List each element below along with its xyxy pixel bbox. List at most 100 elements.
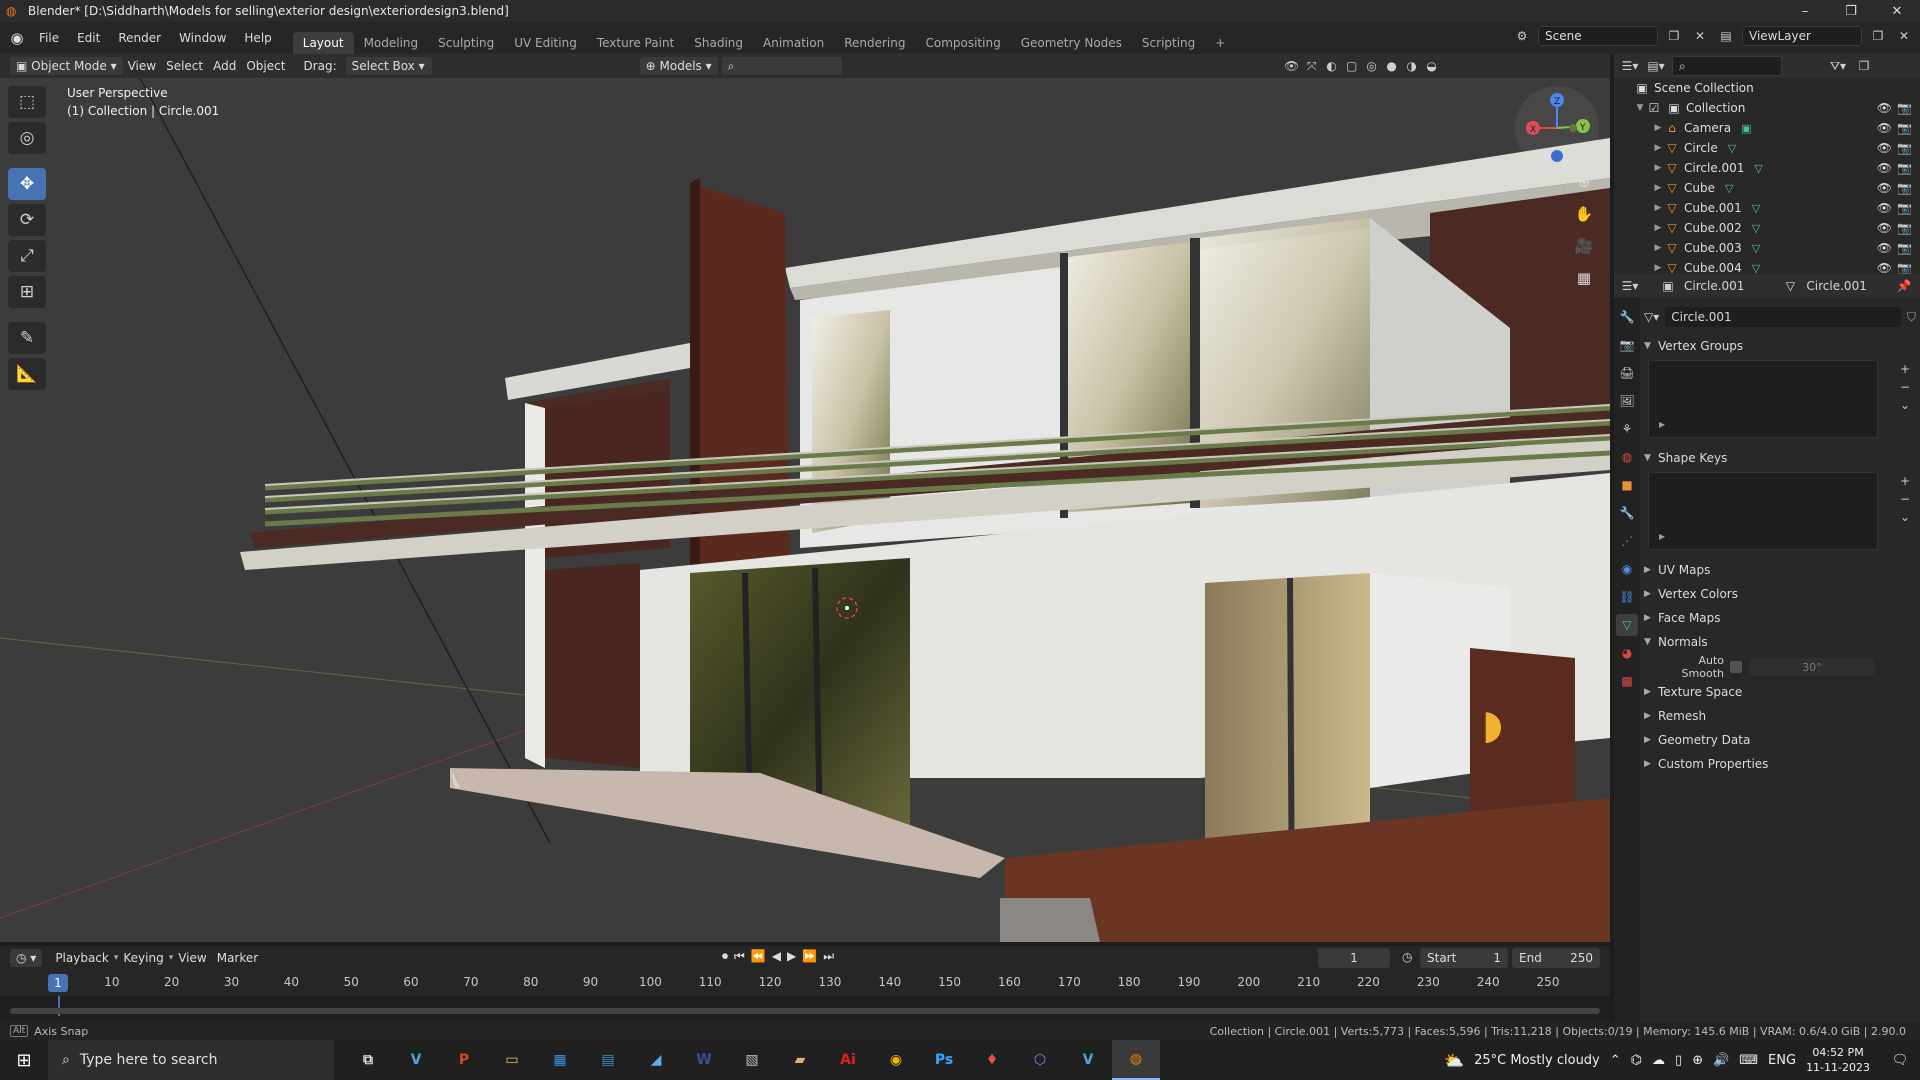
remesh-panel-header[interactable]: ▶ Remesh	[1644, 704, 1916, 728]
keying-menu[interactable]: Keying	[118, 951, 168, 965]
scene-tab-icon[interactable]: ⚘	[1616, 418, 1638, 440]
ortho-grid-icon[interactable]: ▦	[1572, 266, 1596, 290]
remove-vertex-group-icon[interactable]: −	[1900, 380, 1910, 394]
outliner-object-row[interactable]: ▶ ▽ Cube.001 ▽ 👁 📷	[1614, 198, 1920, 218]
menu-window[interactable]: Window	[170, 31, 235, 45]
tab-modeling[interactable]: Modeling	[354, 32, 429, 54]
vertex-groups-panel-header[interactable]: ▼ Vertex Groups	[1644, 334, 1916, 358]
jump-end-icon[interactable]: ⏭	[823, 949, 834, 964]
gizmo-toggle-icon[interactable]: ⤧	[1302, 56, 1322, 76]
outliner-object-row[interactable]: ▶ ▽ Circle ▽ 👁 📷	[1614, 138, 1920, 158]
move-tool-icon[interactable]: ✥	[8, 168, 46, 200]
taskbar-app-icon[interactable]: ▭	[488, 1040, 536, 1080]
transform-orientation-dropdown[interactable]: ⊕ Models ▾	[639, 57, 718, 75]
outliner-object-row[interactable]: ▶ ▽ Cube ▽ 👁 📷	[1614, 178, 1920, 198]
taskbar-app-icon[interactable]: P	[440, 1040, 488, 1080]
play-icon[interactable]: ▶	[787, 949, 796, 964]
checkbox-icon[interactable]: ☑	[1646, 101, 1662, 115]
expand-arrow-icon[interactable]: ▶	[1652, 163, 1664, 173]
network-icon[interactable]: ⌬	[1631, 1053, 1642, 1068]
mesh-data-icon[interactable]: ▽	[1752, 242, 1760, 255]
overlay-toggle-icon[interactable]: ◐	[1322, 56, 1342, 76]
render-camera-icon[interactable]: 📷	[1897, 141, 1912, 155]
zoom-icon[interactable]: ⊕	[1572, 170, 1596, 194]
scene-icon[interactable]: ⚙	[1512, 26, 1532, 46]
taskbar-app-icon[interactable]: ▤	[584, 1040, 632, 1080]
mesh-data-icon[interactable]: ▽	[1725, 182, 1733, 195]
menu-edit[interactable]: Edit	[68, 31, 109, 45]
delete-scene-icon[interactable]: ✕	[1690, 26, 1710, 46]
wireframe-shading-icon[interactable]: ◎	[1362, 56, 1382, 76]
menu-file[interactable]: File	[30, 31, 68, 45]
taskbar-app-icon[interactable]: V	[1064, 1040, 1112, 1080]
face-maps-panel-header[interactable]: ▶ Face Maps	[1644, 606, 1916, 630]
normals-panel-header[interactable]: ▼ Normals	[1644, 630, 1916, 654]
remove-shape-key-icon[interactable]: −	[1900, 492, 1910, 506]
editor-type-icon[interactable]: ◷ ▾	[10, 949, 43, 967]
visibility-eye-icon[interactable]: 👁	[1877, 121, 1892, 135]
expand-arrow-icon[interactable]: ▶	[1652, 243, 1664, 253]
start-frame-field[interactable]: Start 1	[1420, 948, 1508, 968]
mesh-data-icon[interactable]: ▽	[1728, 142, 1736, 155]
close-button[interactable]: ✕	[1874, 0, 1920, 22]
geometry-data-panel-header[interactable]: ▶ Geometry Data	[1644, 728, 1916, 752]
fake-user-icon[interactable]: ⛉	[1907, 310, 1916, 325]
tool-tab-icon[interactable]: 🔧	[1616, 306, 1638, 328]
3d-viewport[interactable]: ◗ User Perspective (1) Collection | Circ…	[0, 78, 1610, 942]
taskbar-app-icon[interactable]: W	[680, 1040, 728, 1080]
vertex-group-menu-icon[interactable]: ⌄	[1900, 398, 1910, 412]
keyboard-icon[interactable]: ⌨	[1739, 1053, 1758, 1068]
render-camera-icon[interactable]: 📷	[1897, 261, 1912, 275]
taskbar-app-icon[interactable]: ◢	[632, 1040, 680, 1080]
expand-arrow-icon[interactable]: ▶	[1652, 143, 1664, 153]
outliner-editor-icon[interactable]: ☰▾	[1620, 56, 1640, 76]
render-tab-icon[interactable]: 📷	[1616, 334, 1638, 356]
shape-keys-list[interactable]: ▶	[1648, 472, 1878, 550]
taskbar-app-icon[interactable]: Ai	[824, 1040, 872, 1080]
delete-view-layer-icon[interactable]: ✕	[1894, 26, 1914, 46]
visibility-eye-icon[interactable]: 👁	[1877, 201, 1892, 215]
axis-gizmo-icon[interactable]: Z Y X	[1515, 86, 1599, 170]
render-camera-icon[interactable]: 📷	[1897, 201, 1912, 215]
timeline-scrollbar[interactable]	[10, 1008, 1600, 1014]
render-camera-icon[interactable]: 📷	[1897, 121, 1912, 135]
windows-start-icon[interactable]: ⊞	[0, 1040, 48, 1080]
minimize-button[interactable]: –	[1782, 0, 1828, 22]
tab-geometry-nodes[interactable]: Geometry Nodes	[1011, 32, 1132, 54]
taskbar-app-icon[interactable]: ▦	[536, 1040, 584, 1080]
taskbar-app-icon[interactable]: ▰	[776, 1040, 824, 1080]
rendered-shading-icon[interactable]: ◒	[1422, 56, 1442, 76]
rotate-tool-icon[interactable]: ⟳	[8, 204, 46, 236]
menu-render[interactable]: Render	[109, 31, 170, 45]
list-expand-icon[interactable]: ▶	[1659, 420, 1665, 429]
render-camera-icon[interactable]: 📷	[1897, 241, 1912, 255]
camera-data-icon[interactable]: ▣	[1741, 122, 1751, 135]
collection-row[interactable]: ▼ ☑ ▣ Collection 👁 📷	[1614, 98, 1920, 118]
outliner-object-row[interactable]: ▶ ▽ Cube.002 ▽ 👁 📷	[1614, 218, 1920, 238]
annotate-tool-icon[interactable]: ✎	[8, 322, 46, 354]
new-view-layer-icon[interactable]: ❐	[1868, 26, 1888, 46]
cursor-tool-icon[interactable]: ◎	[8, 122, 46, 154]
drag-select-dropdown[interactable]: Select Box ▾	[345, 57, 432, 75]
scene-field[interactable]: Scene	[1538, 26, 1658, 46]
pan-hand-icon[interactable]: ✋	[1572, 202, 1596, 226]
current-frame-marker[interactable]: 1	[48, 974, 68, 992]
end-frame-field[interactable]: End 250	[1512, 948, 1600, 968]
jump-start-icon[interactable]: ⏮	[734, 949, 745, 964]
camera-view-icon[interactable]: 🎥	[1572, 234, 1596, 258]
mesh-data-icon[interactable]: ▽	[1752, 222, 1760, 235]
add-vertex-group-icon[interactable]: +	[1900, 362, 1910, 376]
tab-shading[interactable]: Shading	[684, 32, 753, 54]
visibility-eye-icon[interactable]: 👁	[1877, 221, 1892, 235]
speaker-icon[interactable]: 🔊	[1713, 1053, 1729, 1068]
scale-tool-icon[interactable]: ⤢	[8, 240, 46, 272]
scene-collection-row[interactable]: ▣ Scene Collection	[1614, 78, 1920, 98]
list-expand-icon[interactable]: ▶	[1659, 532, 1665, 541]
record-icon[interactable]: ⏺	[722, 949, 728, 964]
expand-arrow-icon[interactable]: ▶	[1652, 203, 1664, 213]
snap-dropdown[interactable]: ⌕	[721, 57, 842, 75]
custom-properties-panel-header[interactable]: ▶ Custom Properties	[1644, 752, 1916, 776]
taskbar-app-icon[interactable]: ▧	[728, 1040, 776, 1080]
new-scene-icon[interactable]: ❐	[1664, 26, 1684, 46]
visibility-icon[interactable]: 👁	[1282, 56, 1302, 76]
